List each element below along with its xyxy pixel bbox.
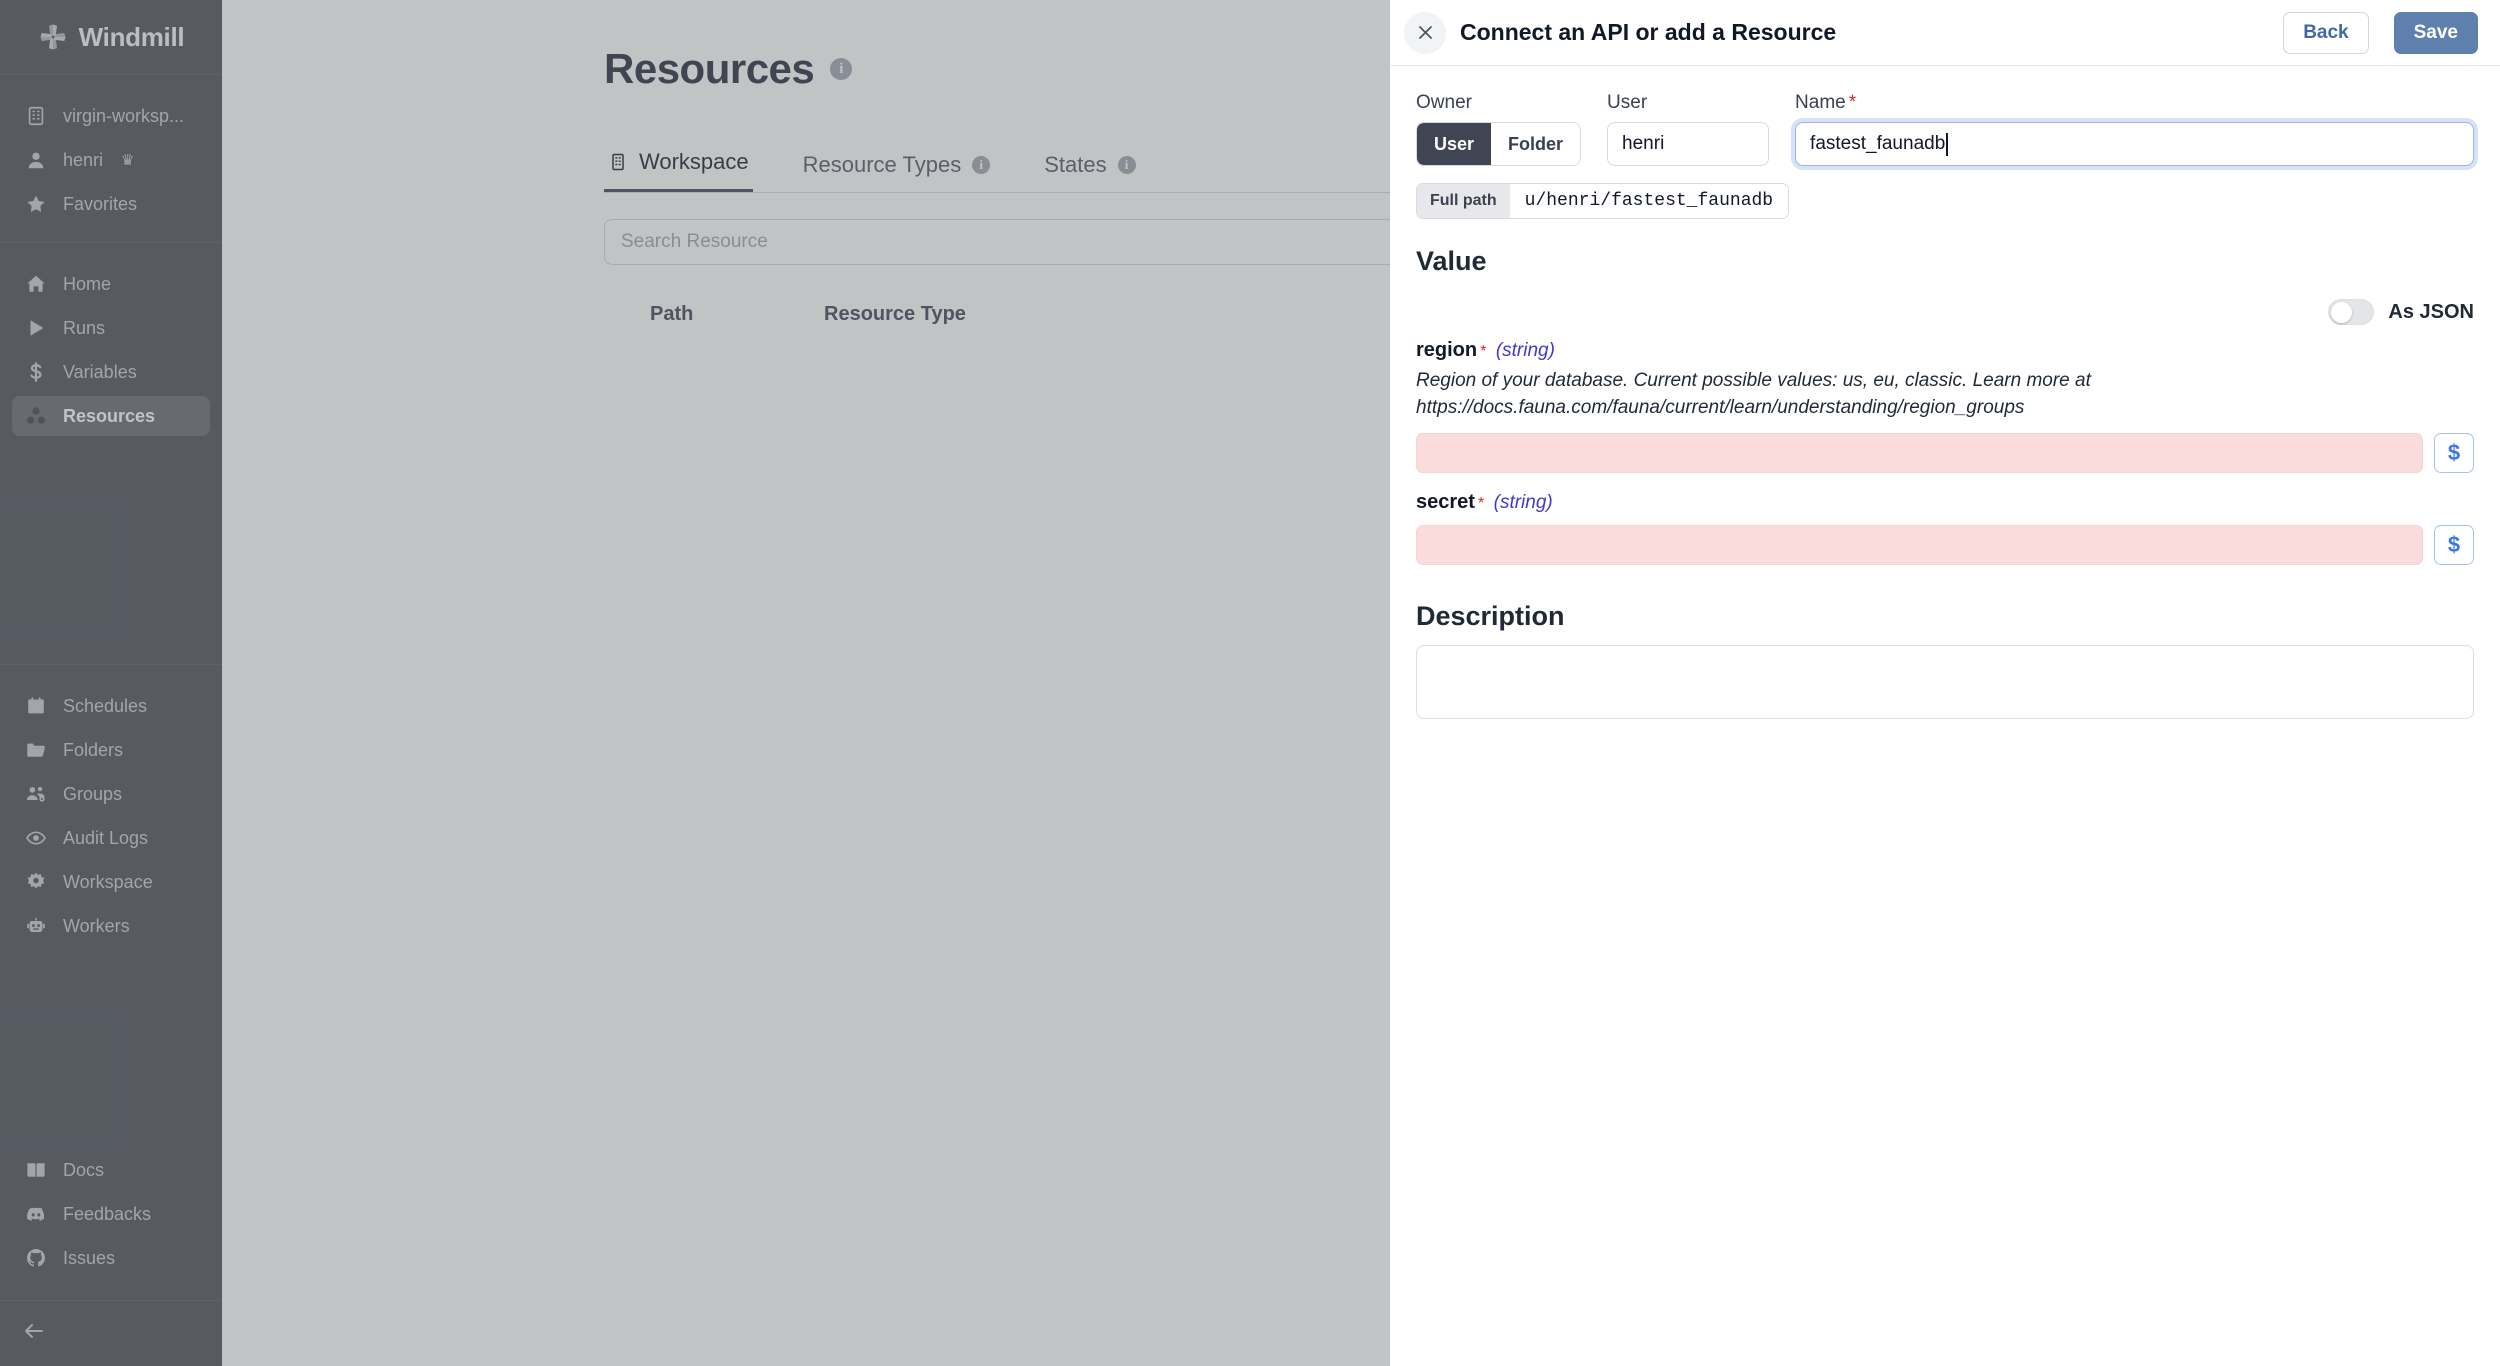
resource-drawer: Connect an API or add a Resource Back Sa… (1390, 0, 2500, 1366)
value-section-title: Value (1416, 246, 1487, 276)
variable-picker-button[interactable]: $ (2434, 432, 2474, 473)
user-input-value: henri (1622, 133, 1665, 154)
property-type: (string) (1495, 340, 1555, 361)
modal-overlay[interactable] (0, 0, 1390, 1366)
property-header: region * (string) (1416, 339, 2474, 362)
required-asterisk: * (1477, 494, 1485, 512)
owner-option-user[interactable]: User (1417, 123, 1492, 165)
required-asterisk: * (1848, 92, 1857, 113)
property-input-row: $ (1416, 432, 2474, 473)
as-json-row: As JSON (1416, 299, 2474, 325)
property-type: (string) (1493, 491, 1553, 513)
name-field: Name * fastest_faunadb (1795, 92, 2474, 166)
name-input-value: fastest_faunadb (1810, 133, 1946, 154)
drawer-title: Connect an API or add a Resource (1460, 19, 1837, 45)
as-json-toggle[interactable] (2328, 299, 2375, 325)
owner-label: Owner (1416, 92, 1472, 113)
name-label-text: Name (1795, 92, 1846, 113)
close-button[interactable] (1404, 11, 1446, 54)
name-input[interactable]: fastest_faunadb (1795, 122, 2474, 166)
required-asterisk: * (1480, 343, 1487, 360)
text-cursor (1946, 132, 1949, 156)
property-secret: secret * (string) $ (1416, 491, 2474, 565)
owner-option-folder[interactable]: Folder (1491, 123, 1581, 165)
name-label: Name * (1795, 92, 2474, 114)
path-form-row: Owner User Folder User henri Name * fast… (1416, 92, 2474, 166)
as-json-label: As JSON (2388, 300, 2474, 323)
back-button[interactable]: Back (2283, 11, 2369, 54)
full-path-badge: Full path u/henri/fastest_faunadb (1416, 183, 1790, 219)
drawer-header: Connect an API or add a Resource Back Sa… (1390, 0, 2500, 66)
owner-field: Owner User Folder (1416, 92, 1582, 166)
property-header: secret * (string) (1416, 491, 2474, 514)
property-region: region * (string) Region of your database… (1416, 339, 2474, 473)
variable-picker-button[interactable]: $ (2434, 524, 2474, 565)
full-path-label: Full path (1417, 184, 1510, 218)
drawer-body: Owner User Folder User henri Name * fast… (1390, 66, 2500, 1366)
user-input[interactable]: henri (1607, 122, 1770, 166)
full-path-value: u/henri/fastest_faunadb (1509, 184, 1789, 218)
owner-segmented-control[interactable]: User Folder (1416, 122, 1582, 166)
user-field: User henri (1607, 92, 1770, 166)
property-name: secret (1416, 490, 1475, 513)
close-icon (1416, 23, 1435, 42)
toggle-knob (2331, 302, 2353, 323)
secret-input[interactable] (1416, 524, 2423, 565)
property-input-row: $ (1416, 524, 2474, 565)
save-button[interactable]: Save (2393, 11, 2478, 54)
description-textarea[interactable] (1416, 644, 2474, 719)
app-root: Windmill virgin-worksp... henri ♛ Favori… (0, 0, 2500, 1366)
property-name: region (1416, 339, 1478, 361)
description-section-title: Description (1416, 600, 1565, 631)
region-input[interactable] (1416, 432, 2423, 473)
user-label: User (1607, 92, 1648, 113)
property-description: Region of your database. Current possibl… (1416, 370, 2091, 418)
